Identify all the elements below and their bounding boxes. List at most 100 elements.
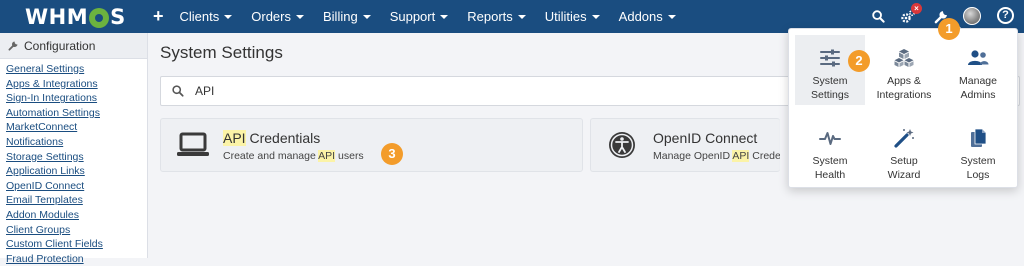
menu-item-label-line2: Integrations	[876, 88, 932, 101]
help-icon[interactable]: ?	[997, 7, 1014, 24]
menu-item-label: System Logs	[943, 155, 1013, 182]
search-input-value: API	[195, 84, 215, 98]
menu-item-setup-wizard[interactable]: Setup Wizard	[869, 115, 939, 185]
sidebar-header: Configuration	[0, 33, 147, 59]
magic-wand-icon	[894, 129, 914, 148]
menu-item-label-line1: System	[812, 75, 848, 87]
menu-item-label: Setup Wizard	[869, 155, 939, 182]
result-description: Manage OpenID API Credentials	[653, 150, 780, 162]
sidebar-item-openid-connect[interactable]: OpenID Connect	[6, 179, 147, 194]
chevron-down-icon	[362, 14, 371, 19]
nav-clients-label: Clients	[179, 9, 220, 24]
nav-utilities[interactable]: Utilities	[545, 9, 600, 24]
documents-icon	[971, 128, 987, 147]
result-description-post: users	[335, 150, 364, 162]
nav-orders-label: Orders	[251, 9, 291, 24]
result-description-post: Credentials	[752, 150, 780, 162]
sidebar-item-application-links[interactable]: Application Links	[6, 164, 147, 179]
menu-item-label-line1: Apps &	[887, 75, 921, 87]
nav-support[interactable]: Support	[390, 9, 449, 24]
nav-reports[interactable]: Reports	[467, 9, 526, 24]
sidebar-item-client-groups[interactable]: Client Groups	[6, 223, 147, 238]
step-marker-2: 2	[848, 50, 870, 72]
sidebar-item-automation-settings[interactable]: Automation Settings	[6, 106, 147, 121]
automation-gears-icon[interactable]: ×	[899, 3, 922, 25]
accessibility-icon	[609, 132, 635, 158]
chevron-down-icon	[591, 14, 600, 19]
sidebar-item-fraud-protection[interactable]: Fraud Protection	[6, 252, 147, 266]
sidebar-item-email-templates[interactable]: Email Templates	[6, 193, 147, 208]
chevron-down-icon	[224, 14, 233, 19]
chevron-down-icon	[296, 14, 304, 19]
search-icon	[172, 85, 184, 97]
quick-add-button[interactable]: +	[153, 0, 164, 33]
user-avatar[interactable]	[963, 7, 981, 25]
chevron-down-icon	[517, 14, 526, 19]
sidebar-item-custom-client-fields[interactable]: Custom Client Fields	[6, 237, 147, 252]
sidebar-item-sign-in-integrations[interactable]: Sign-In Integrations	[6, 91, 147, 106]
menu-item-label-line1: System	[812, 155, 848, 167]
main-nav: + Clients Orders Billing Support Reports…	[153, 0, 695, 33]
result-description: Create and manage API users	[223, 150, 364, 162]
chevron-down-icon	[667, 14, 676, 19]
search-highlight: API	[318, 150, 336, 162]
result-api-credentials[interactable]: API Credentials Create and manage API us…	[160, 118, 583, 172]
menu-item-label: System Health	[795, 155, 865, 182]
nav-clients[interactable]: Clients	[180, 9, 233, 24]
step-marker-1: 1	[938, 18, 960, 40]
menu-item-label-line2: Settings	[811, 88, 849, 101]
menu-item-label: System Settings	[795, 75, 865, 102]
sidebar-item-apps-integrations[interactable]: Apps & Integrations	[6, 77, 147, 92]
sidebar-item-notifications[interactable]: Notifications	[6, 135, 147, 150]
step-marker-3: 3	[381, 143, 403, 165]
menu-item-label-line1: Setup	[890, 155, 918, 167]
logo-text-suffix: S	[110, 5, 126, 29]
result-title: API Credentials	[223, 130, 320, 146]
menu-item-label: Apps & Integrations	[869, 75, 939, 102]
menu-item-label-line2: Health	[814, 168, 846, 181]
whmcs-logo[interactable]: WHM S	[25, 5, 125, 29]
configuration-dropdown-menu: System Settings Apps & Integrations Manage…	[788, 28, 1018, 188]
nav-billing[interactable]: Billing	[323, 9, 371, 24]
laptop-icon	[177, 132, 209, 156]
menu-item-label: Manage Admins	[943, 75, 1013, 102]
nav-utilities-label: Utilities	[544, 9, 587, 24]
menu-item-label-line2: Logs	[966, 168, 990, 181]
configuration-sidebar: Configuration General Settings Apps & In…	[0, 33, 148, 265]
notification-badge: ×	[911, 3, 922, 14]
sidebar-item-addon-modules[interactable]: Addon Modules	[6, 208, 147, 223]
nav-orders[interactable]: Orders	[251, 9, 304, 24]
nav-billing-label: Billing	[323, 9, 358, 24]
result-openid-connect[interactable]: OpenID Connect Manage OpenID API Credent…	[590, 118, 780, 172]
nav-addons-label: Addons	[618, 9, 663, 24]
result-description-pre: Manage OpenID	[653, 150, 733, 162]
sidebar-item-general-settings[interactable]: General Settings	[6, 62, 147, 77]
result-title: OpenID Connect	[653, 130, 758, 146]
logo-text: WHM	[25, 5, 89, 29]
nav-addons[interactable]: Addons	[619, 9, 676, 24]
search-highlight: API	[223, 130, 246, 146]
nav-support-label: Support	[389, 9, 436, 24]
result-title-rest: Credentials	[245, 130, 321, 146]
sidebar-item-marketconnect[interactable]: MarketConnect	[6, 120, 147, 135]
sidebar-links: General Settings Apps & Integrations Sig…	[0, 59, 147, 266]
menu-item-label-line1: Manage	[959, 75, 997, 87]
search-icon[interactable]	[869, 7, 887, 25]
users-icon	[968, 50, 989, 65]
menu-item-label-line2: Admins	[960, 88, 996, 101]
sliders-icon	[820, 49, 840, 67]
menu-item-manage-admins[interactable]: Manage Admins	[943, 35, 1013, 105]
menu-item-system-logs[interactable]: System Logs	[943, 115, 1013, 185]
result-description-pre: Create and manage	[223, 150, 319, 162]
nav-reports-label: Reports	[467, 9, 513, 24]
logo-gear-icon	[89, 8, 110, 28]
search-highlight: API	[732, 150, 750, 162]
heartbeat-icon	[819, 132, 841, 145]
wrench-icon	[8, 41, 18, 51]
sidebar-item-storage-settings[interactable]: Storage Settings	[6, 150, 147, 165]
cubes-icon	[894, 49, 914, 67]
menu-item-label-line2: Wizard	[887, 168, 921, 181]
menu-item-apps-integrations[interactable]: Apps & Integrations	[869, 35, 939, 105]
page-title: System Settings	[160, 43, 283, 62]
menu-item-system-health[interactable]: System Health	[795, 115, 865, 185]
